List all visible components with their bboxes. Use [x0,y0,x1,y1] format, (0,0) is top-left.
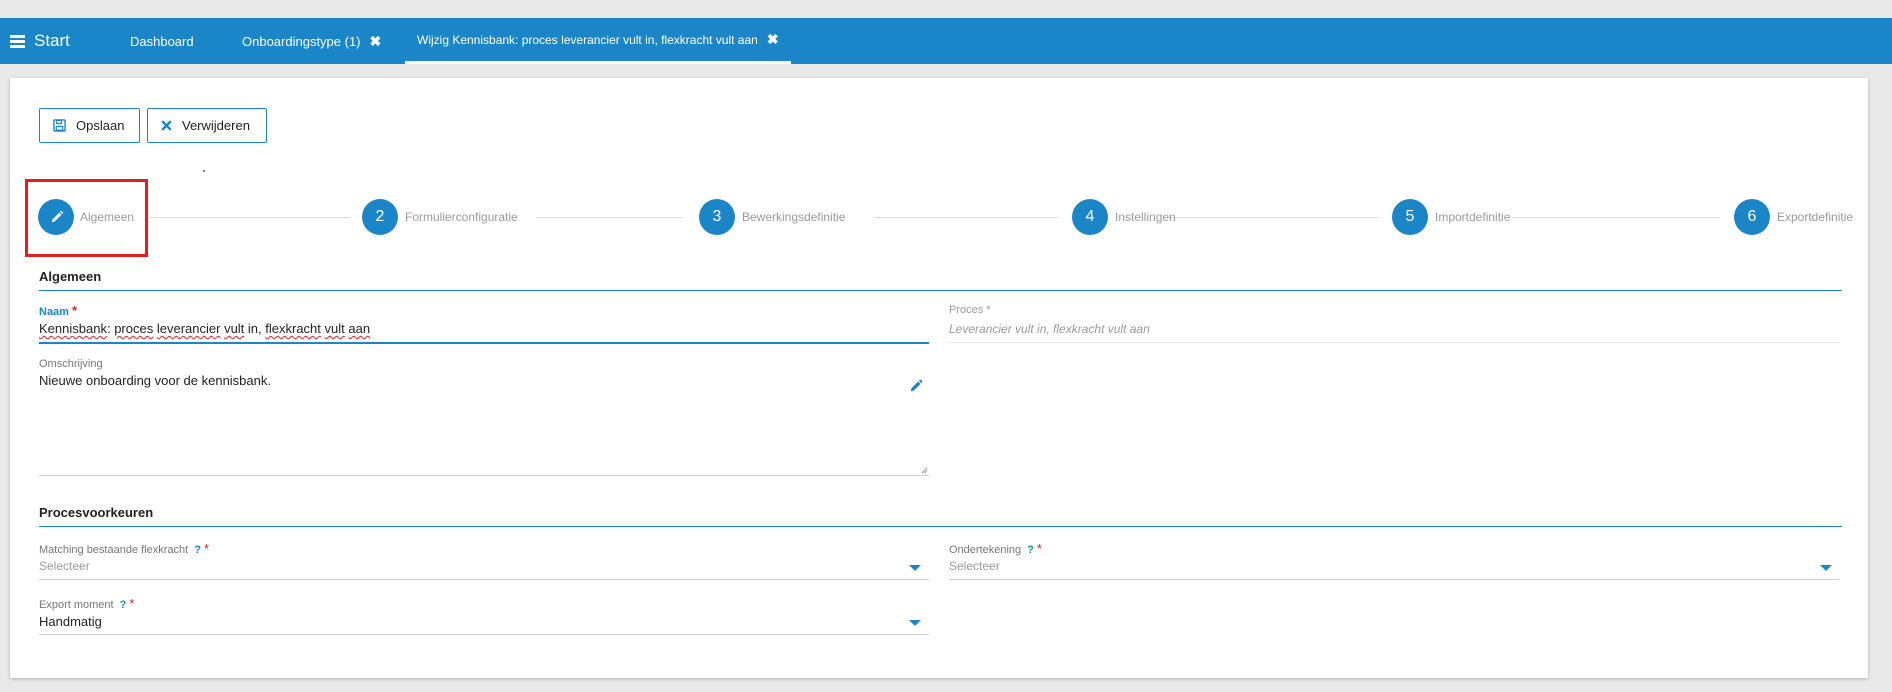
omschrijving-textarea[interactable]: Nieuwe onboarding voor de kennisbank. [39,373,929,463]
tab-dashboard[interactable]: Dashboard [130,18,194,64]
ondertekening-select-value: Selecteer [949,559,1000,573]
omschrijving-underline [39,475,929,476]
matching-label: Matching bestaande flexkracht? * [39,541,209,556]
start-label: Start [34,31,70,50]
required-marker: * [129,596,135,611]
close-tab-icon[interactable]: ✖ [370,33,382,50]
step-connector [1169,217,1379,218]
naam-label: Naam * [39,303,77,318]
step-number: 3 [699,199,735,235]
naam-word: Kennisbank [39,321,107,336]
main-panel: Opslaan Verwijderen Algemeen 2 Formulier… [10,78,1868,678]
step-number: 5 [1392,199,1428,235]
export-moment-label: Export moment? * [39,596,134,611]
step-label: Formulierconfiguratie [405,210,518,224]
naam-word: vult [324,321,345,336]
ondertekening-label: Ondertekening? * [949,541,1042,556]
section-divider [39,526,1842,527]
delete-button[interactable]: Verwijderen [147,108,267,143]
naam-input[interactable]: Kennisbank: proces leverancier vult in, … [39,321,929,341]
required-marker: * [1036,541,1042,556]
ondertekening-underline [949,579,1839,580]
wizard-stepper: Algemeen 2 Formulierconfiguratie 3 Bewer… [38,197,1853,237]
step-number: 6 [1734,199,1770,235]
step-label: Instellingen [1115,210,1176,224]
tab-wijzig-kennisbank[interactable]: Wijzig Kennisbank: proces leverancier vu… [405,18,791,64]
export-moment-label-text: Export moment [39,599,114,611]
matching-select[interactable]: Selecteer [39,559,929,577]
naam-text: in, [244,321,266,336]
proces-underline [949,342,1839,343]
required-marker: * [203,541,209,556]
help-icon[interactable]: ? [120,599,127,611]
proces-value: Leverancier vult in, flexkracht vult aan [949,322,1150,336]
section-title-procesvoorkeuren: Procesvoorkeuren [39,505,154,520]
floppy-disk-icon [53,119,66,132]
matching-select-value: Selecteer [39,559,90,573]
tab-label: Wijzig Kennisbank: proces leverancier vu… [417,32,758,47]
step-connector [1512,217,1720,218]
proces-label: Proces * [949,304,991,316]
omschrijving-label: Omschrijving [39,358,103,370]
active-step-highlight [25,179,148,257]
step-importdefinitie[interactable]: 5 Importdefinitie [1392,197,1510,237]
step-connector [874,217,1058,218]
ondertekening-select[interactable]: Selecteer [949,559,1839,577]
start-menu-button[interactable]: Start [10,18,70,64]
hamburger-menu-icon [10,35,25,48]
delete-button-label: Verwijderen [182,118,250,133]
matching-label-text: Matching bestaande flexkracht [39,544,189,556]
export-moment-underline [39,634,929,635]
step-label: Bewerkingsdefinitie [742,210,846,224]
tab-label: Dashboard [130,33,194,49]
step-instellingen[interactable]: 4 Instellingen [1072,197,1176,237]
help-icon[interactable]: ? [194,544,201,556]
export-moment-select[interactable]: Handmatig [39,614,929,632]
required-marker: * [71,303,78,318]
step-label: Importdefinitie [1435,210,1511,224]
save-button-label: Opslaan [76,118,125,133]
chevron-down-icon[interactable] [909,620,921,626]
chevron-down-icon[interactable] [909,565,921,571]
section-title-algemeen: Algemeen [39,269,102,284]
step-exportdefinitie[interactable]: 6 Exportdefinitie [1734,197,1853,237]
step-number: 2 [362,199,398,235]
tab-label: Onboardingstype (1) [242,33,361,49]
step-number: 4 [1072,199,1108,235]
naam-word: leverancier [156,321,221,336]
export-moment-select-value: Handmatig [39,614,102,629]
tab-onboardingstype[interactable]: Onboardingstype (1) ✖ [242,18,381,64]
top-navigation-bar: Start Dashboard Onboardingstype (1) ✖ Wi… [0,18,1892,64]
naam-underline [39,342,929,344]
step-connector [150,217,350,218]
save-button[interactable]: Opslaan [39,108,140,143]
stray-dot [203,170,205,172]
omschrijving-value: Nieuwe onboarding voor de kennisbank. [39,373,271,388]
close-tab-icon[interactable]: ✖ [767,31,779,48]
resize-handle-icon[interactable] [919,465,928,474]
naam-word: vult [224,321,245,336]
step-formulierconfiguratie[interactable]: 2 Formulierconfiguratie [362,197,518,237]
step-bewerkingsdefinitie[interactable]: 3 Bewerkingsdefinitie [699,197,845,237]
close-icon [161,120,172,131]
naam-label-text: Naam [39,306,69,318]
help-icon[interactable]: ? [1027,544,1034,556]
naam-word: aan [348,321,371,336]
naam-word: flexkracht [265,321,321,336]
step-label: Exportdefinitie [1777,210,1854,224]
matching-underline [39,579,929,580]
chevron-down-icon[interactable] [1820,565,1832,571]
ondertekening-label-text: Ondertekening [949,544,1022,556]
step-connector [536,217,684,218]
edit-pencil-icon[interactable] [909,379,923,393]
naam-word: proces [114,321,154,336]
section-divider [39,290,1842,291]
